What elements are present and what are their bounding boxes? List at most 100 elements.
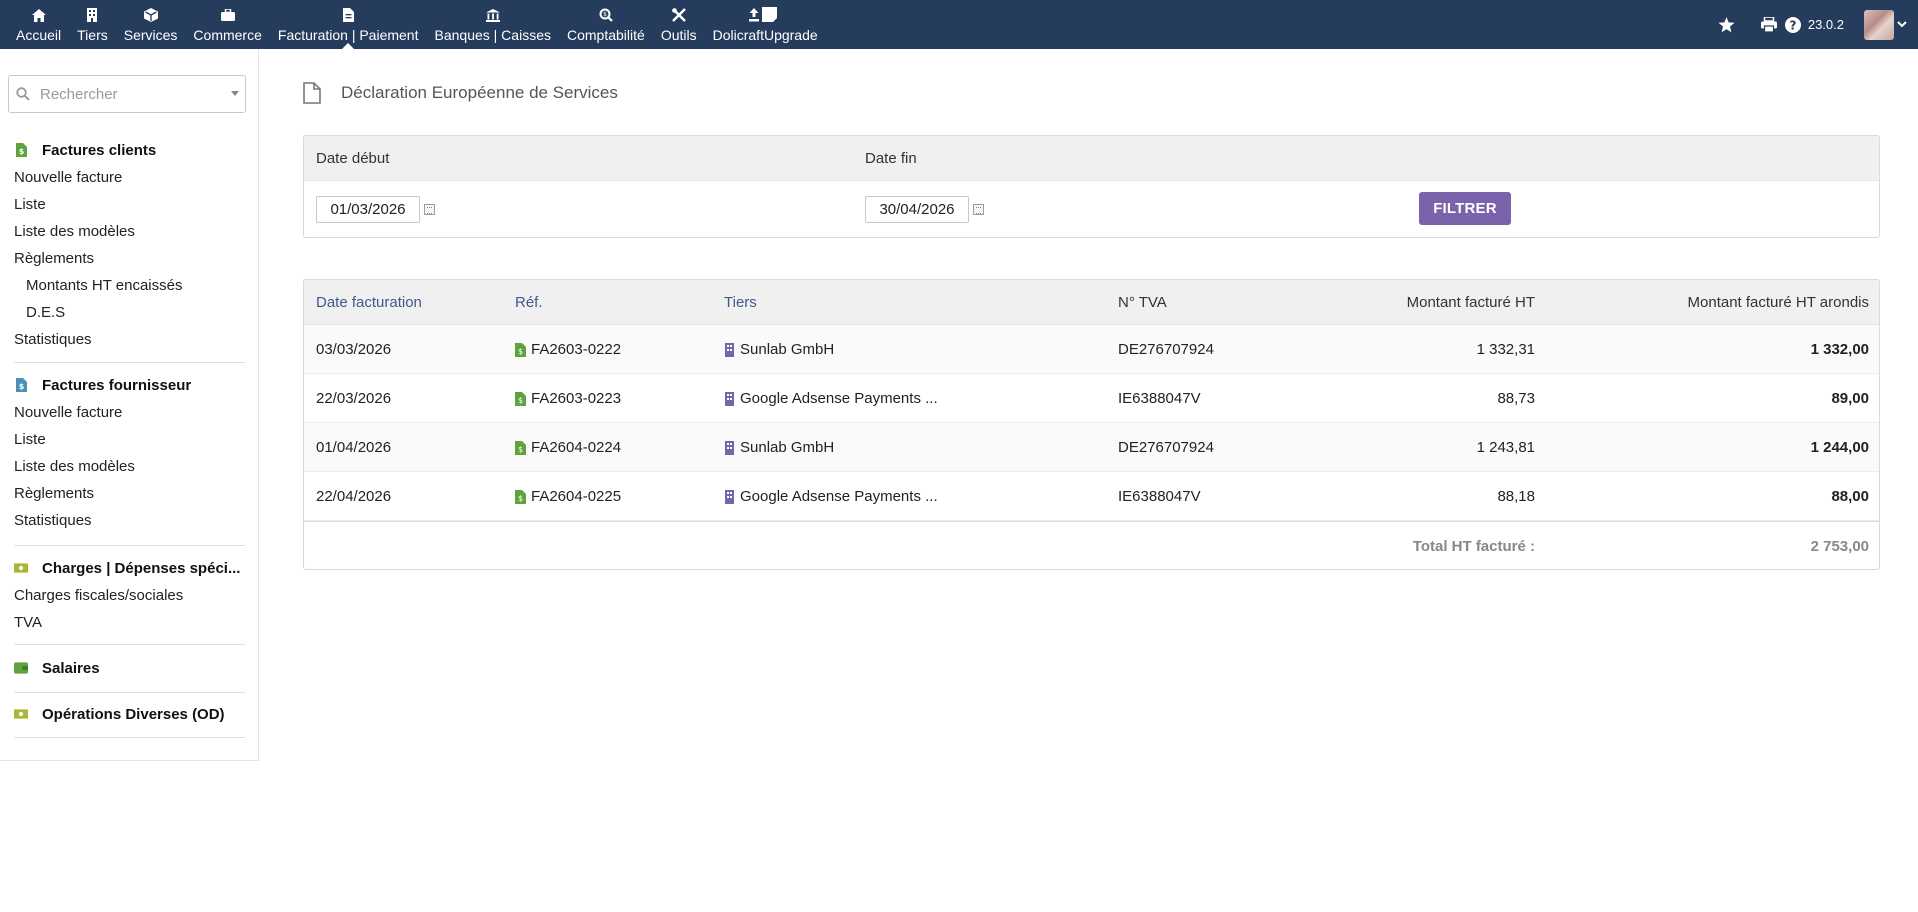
- wallet-icon: [14, 661, 28, 675]
- menu-item-templates[interactable]: Liste des modèles: [0, 218, 259, 245]
- document-icon: [303, 82, 321, 104]
- top-menu-bank[interactable]: Banques | Caisses: [427, 0, 559, 49]
- search-input[interactable]: Rechercher: [8, 75, 246, 113]
- menu-item-statistics[interactable]: Statistiques: [0, 507, 259, 534]
- menu-title-salaries[interactable]: Salaires: [0, 657, 259, 679]
- menu-divider: [14, 362, 245, 363]
- top-menu-billing[interactable]: Facturation | Paiement: [270, 0, 427, 49]
- svg-text:$: $: [18, 147, 24, 156]
- menu-item-statistics[interactable]: Statistiques: [0, 326, 259, 353]
- menu-item-vat[interactable]: TVA: [0, 609, 259, 636]
- top-menu-accounting[interactable]: $ Comptabilité: [559, 0, 653, 49]
- column-header-amount: Montant facturé HT: [1406, 294, 1535, 311]
- thirdparty-link[interactable]: Google Adsense Payments ...: [724, 390, 938, 407]
- top-menu-label: Comptabilité: [566, 27, 645, 43]
- invoice-icon: $: [515, 342, 526, 357]
- top-menu-commerce[interactable]: Commerce: [185, 0, 269, 49]
- top-menu-label: Commerce: [193, 27, 262, 43]
- thirdparty-link[interactable]: Google Adsense Payments ...: [724, 488, 938, 505]
- menu-item-list[interactable]: Liste: [0, 426, 259, 453]
- menu-title-customer-invoices[interactable]: $ Factures clients: [0, 139, 259, 161]
- top-menu-services[interactable]: Services: [116, 0, 186, 49]
- cell-amount-rounded: 88,00: [1831, 488, 1869, 505]
- menu-item-social-charges[interactable]: Charges fiscales/sociales: [0, 582, 259, 609]
- print-icon[interactable]: [1760, 16, 1778, 34]
- invoice-ref-link[interactable]: $ FA2603-0222: [515, 341, 621, 358]
- svg-text:$: $: [18, 382, 24, 391]
- top-menu-label: Facturation | Paiement: [277, 27, 419, 43]
- column-header-ref[interactable]: Réf.: [515, 294, 543, 311]
- column-header-date[interactable]: Date facturation: [316, 294, 422, 311]
- cell-amount: 1 332,31: [1476, 341, 1535, 358]
- help-icon[interactable]: ?: [1784, 16, 1802, 34]
- top-menu: Accueil Tiers Services Commerce Facturat…: [8, 0, 826, 49]
- thirdparty-link[interactable]: Sunlab GmbH: [724, 439, 834, 456]
- menu-item-list[interactable]: Liste: [0, 191, 259, 218]
- table-total-row: Total HT facturé : 2 753,00: [304, 521, 1879, 570]
- tools-icon: [671, 7, 687, 23]
- svg-text:$: $: [518, 445, 523, 454]
- top-menu-upgrade[interactable]: DolicraftUpgrade: [705, 0, 826, 49]
- filter-button[interactable]: FILTRER: [1419, 192, 1511, 225]
- top-menu-home[interactable]: Accueil: [8, 0, 69, 49]
- menu-divider: [14, 692, 245, 693]
- menu-item-payments[interactable]: Règlements: [0, 245, 259, 272]
- top-menu-label: Tiers: [77, 27, 108, 43]
- svg-text:$: $: [518, 494, 523, 503]
- table-row: 22/03/2026 $ FA2603-0223 Google Adsense …: [304, 374, 1879, 423]
- invoice-ref-link[interactable]: $ FA2604-0224: [515, 439, 621, 456]
- building-icon: [725, 342, 734, 357]
- menu-item-new-invoice[interactable]: Nouvelle facture: [0, 164, 259, 191]
- upload-icon: [748, 7, 782, 23]
- building-icon: [725, 391, 734, 406]
- filter-panel: Date début Date fin 01/03/2026 30/04/202…: [303, 135, 1880, 238]
- cell-vat: DE276707924: [1118, 439, 1214, 456]
- menu-section-od: Opérations Diverses (OD): [0, 703, 259, 725]
- menu-item-new-invoice[interactable]: Nouvelle facture: [0, 399, 259, 426]
- calendar-icon[interactable]: [424, 204, 435, 215]
- cell-amount-rounded: 1 332,00: [1810, 341, 1869, 358]
- chevron-down-icon[interactable]: [1896, 16, 1908, 34]
- version-label: 23.0.2: [1807, 17, 1844, 32]
- invoice-icon: $: [515, 440, 526, 455]
- column-header-thirdparty[interactable]: Tiers: [724, 294, 757, 311]
- avatar[interactable]: [1864, 9, 1894, 40]
- menu-item-amounts-collected[interactable]: Montants HT encaissés: [0, 272, 259, 299]
- thirdparty-link[interactable]: Sunlab GmbH: [724, 341, 834, 358]
- menu-item-payments[interactable]: Règlements: [0, 480, 259, 507]
- svg-text:?: ?: [1789, 18, 1796, 32]
- top-menu-tools[interactable]: Outils: [653, 0, 705, 49]
- top-menu-label: Accueil: [16, 27, 62, 43]
- menu-section-charges: Charges | Dépenses spéci... Charges fisc…: [0, 557, 259, 636]
- invoice-ref-link[interactable]: $ FA2604-0225: [515, 488, 621, 505]
- menu-title-supplier-invoices[interactable]: $ Factures fournisseur: [0, 374, 259, 396]
- customer-invoice-icon: $: [14, 143, 28, 157]
- menu-section-customer-invoices: $ Factures clients Nouvelle facture List…: [0, 139, 259, 353]
- left-menu: Rechercher $ Factures clients Nouvelle f…: [0, 49, 259, 761]
- total-value: 2 753,00: [1810, 538, 1869, 555]
- menu-divider: [14, 737, 245, 738]
- cell-date: 01/04/2026: [316, 439, 392, 456]
- date-end-input[interactable]: 30/04/2026: [865, 196, 969, 223]
- top-menu-thirdparties[interactable]: Tiers: [69, 0, 116, 49]
- cell-vat: DE276707924: [1118, 341, 1214, 358]
- menu-item-templates[interactable]: Liste des modèles: [0, 453, 259, 480]
- chevron-down-icon[interactable]: [231, 91, 239, 96]
- supplier-invoice-icon: $: [14, 378, 28, 392]
- search-icon: [16, 87, 30, 101]
- filter-body: 01/03/2026 30/04/2026 FILTRER: [304, 181, 1879, 237]
- table-row: 22/04/2026 $ FA2604-0225 Google Adsense …: [304, 472, 1879, 521]
- date-start-input[interactable]: 01/03/2026: [316, 196, 420, 223]
- date-start-label: Date début: [316, 150, 390, 167]
- briefcase-icon: [220, 7, 236, 23]
- star-bookmark-icon[interactable]: [1718, 16, 1736, 34]
- menu-section-salaries: Salaires: [0, 657, 259, 679]
- cube-icon: [143, 7, 159, 23]
- menu-item-des[interactable]: D.E.S: [0, 299, 259, 326]
- invoice-ref-link[interactable]: $ FA2603-0223: [515, 390, 621, 407]
- menu-title-charges[interactable]: Charges | Dépenses spéci...: [0, 557, 259, 579]
- calendar-icon[interactable]: [973, 204, 984, 215]
- search-placeholder: Rechercher: [40, 85, 118, 103]
- page-title: Déclaration Européenne de Services: [303, 82, 618, 104]
- menu-title-od[interactable]: Opérations Diverses (OD): [0, 703, 259, 725]
